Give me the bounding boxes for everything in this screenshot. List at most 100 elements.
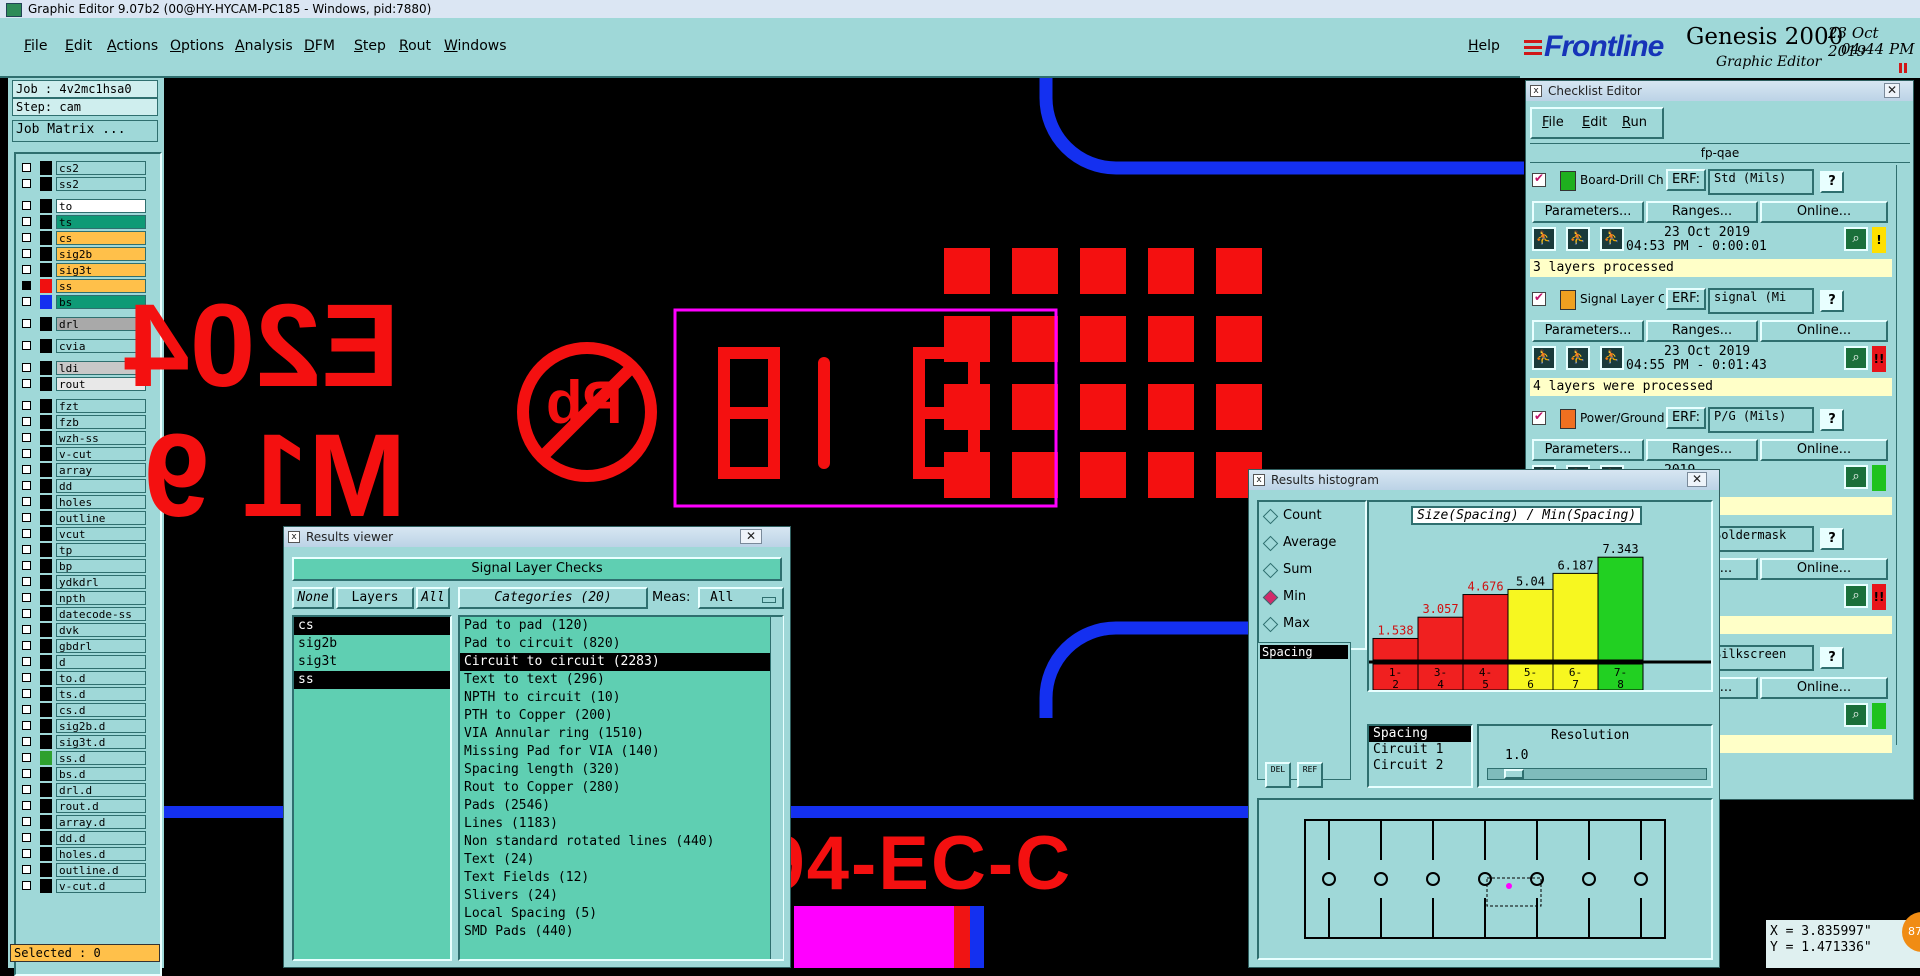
layer-row[interactable]: holes.d — [16, 846, 164, 862]
layer-row[interactable]: dd.d — [16, 830, 164, 846]
online-button[interactable]: Online... — [1760, 677, 1888, 699]
list-item[interactable]: Circuit 1 — [1369, 742, 1471, 758]
layer-checkbox[interactable] — [22, 297, 31, 306]
layer-name[interactable]: sig2b.d — [56, 719, 146, 733]
check-enabled-checkbox[interactable] — [1532, 290, 1546, 306]
category-result-item[interactable]: NPTH to circuit (10) — [460, 689, 782, 707]
checklist-scrollbar[interactable] — [1896, 165, 1911, 745]
histogram-bar[interactable] — [1552, 572, 1599, 661]
layer-checkbox[interactable] — [22, 465, 31, 474]
close-icon[interactable]: ✕ — [740, 529, 762, 544]
category-scrollbar[interactable] — [770, 617, 783, 959]
layer-row[interactable]: array.d — [16, 814, 164, 830]
erf-value[interactable]: signal (Mi — [1708, 288, 1814, 314]
category-result-item[interactable]: Rout to Copper (280) — [460, 779, 782, 797]
layer-name[interactable]: dd.d — [56, 831, 146, 845]
layer-name[interactable]: dvk — [56, 623, 146, 637]
erf-value[interactable]: Soldermask — [1708, 526, 1814, 552]
online-button[interactable]: Online... — [1760, 201, 1888, 223]
category-result-item[interactable]: PTH to Copper (200) — [460, 707, 782, 725]
layer-name[interactable]: sig2b — [56, 247, 146, 261]
layer-row[interactable]: ydkdrl — [16, 574, 164, 590]
layer-name[interactable]: bs.d — [56, 767, 146, 781]
all-button[interactable]: All — [416, 587, 450, 609]
layer-checkbox[interactable] — [22, 785, 31, 794]
layer-row[interactable]: npth — [16, 590, 164, 606]
category-result-item[interactable]: Spacing length (320) — [460, 761, 782, 779]
layer-name[interactable]: npth — [56, 591, 146, 605]
erf-button[interactable]: ERF: — [1666, 169, 1706, 191]
run-action-icon[interactable]: ⛹ — [1566, 346, 1590, 370]
layer-name[interactable]: to — [56, 199, 146, 213]
category-result-item[interactable]: Pad to pad (120) — [460, 617, 782, 635]
layers-button[interactable]: Layers — [336, 587, 414, 609]
layer-name[interactable]: outline.d — [56, 863, 146, 877]
layer-checkbox[interactable] — [22, 379, 31, 388]
menu-actions[interactable]: Actions — [107, 38, 158, 54]
histogram-bar[interactable] — [1507, 588, 1554, 661]
layer-checkbox[interactable] — [22, 561, 31, 570]
layer-name[interactable]: cs.d — [56, 703, 146, 717]
ranges-button[interactable]: Ranges... — [1646, 439, 1758, 461]
layer-row[interactable]: v-cut.d — [16, 878, 164, 894]
zoom-icon[interactable]: ⌕ — [1844, 465, 1868, 489]
layer-name[interactable]: array — [56, 463, 146, 477]
layer-checkbox[interactable] — [22, 481, 31, 490]
list-item[interactable]: Circuit 2 — [1369, 758, 1471, 774]
slider-thumb[interactable] — [1504, 769, 1524, 779]
layer-name[interactable]: cs — [56, 231, 146, 245]
category-result-item[interactable]: Local Spacing (5) — [460, 905, 782, 923]
layer-checkbox[interactable] — [22, 249, 31, 258]
layer-checkbox[interactable] — [22, 281, 31, 290]
menu-options[interactable]: Options — [170, 38, 224, 54]
layer-checkbox[interactable] — [22, 341, 31, 350]
none-button[interactable]: None — [292, 587, 334, 609]
online-button[interactable]: Online... — [1760, 320, 1888, 342]
layer-name[interactable]: bp — [56, 559, 146, 573]
category-result-item[interactable]: SMD Pads (440) — [460, 923, 782, 941]
help-button[interactable]: ? — [1820, 290, 1844, 312]
layer-name[interactable]: gbdrl — [56, 639, 146, 653]
job-matrix-button[interactable]: Job Matrix ... — [12, 120, 158, 142]
layer-checkbox[interactable] — [22, 705, 31, 714]
meas-select[interactable]: All — [698, 587, 784, 609]
layer-row[interactable]: sig2b — [16, 246, 164, 262]
erf-value[interactable]: Silkscreen — [1708, 645, 1814, 671]
layer-name[interactable]: d — [56, 655, 146, 669]
category-result-item[interactable]: Text to text (296) — [460, 671, 782, 689]
panel-preview[interactable] — [1257, 798, 1713, 960]
erf-button[interactable]: ERF: — [1666, 407, 1706, 429]
layer-checkbox[interactable] — [22, 769, 31, 778]
layer-checkbox[interactable] — [22, 401, 31, 410]
layer-checkbox[interactable] — [22, 721, 31, 730]
layer-checkbox[interactable] — [22, 513, 31, 522]
layer-checkbox[interactable] — [22, 497, 31, 506]
layer-name[interactable]: wzh-ss — [56, 431, 146, 445]
menu-help[interactable]: Help — [1468, 38, 1500, 54]
menu-edit[interactable]: Edit — [65, 38, 92, 54]
ranges-button[interactable]: Ranges... — [1646, 201, 1758, 223]
layer-row[interactable]: tp — [16, 542, 164, 558]
layer-row[interactable]: rout.d — [16, 798, 164, 814]
layer-checkbox[interactable] — [22, 233, 31, 242]
histogram-bar[interactable] — [1597, 556, 1644, 661]
stat-option-average[interactable]: Average — [1261, 533, 1371, 553]
category-result-item[interactable]: Circuit to circuit (2283) — [460, 653, 782, 671]
category-result-item[interactable]: Text (24) — [460, 851, 782, 869]
layer-checkbox[interactable] — [22, 201, 31, 210]
check-enabled-checkbox[interactable] — [1532, 409, 1546, 425]
layer-checkbox[interactable] — [22, 609, 31, 618]
layer-checkbox[interactable] — [22, 881, 31, 890]
layer-checkbox[interactable] — [22, 179, 31, 188]
erf-button[interactable]: ERF: — [1666, 288, 1706, 310]
run-action-icon[interactable]: ⛹ — [1600, 346, 1624, 370]
help-button[interactable]: ? — [1820, 528, 1844, 550]
list-item[interactable]: Spacing — [1369, 726, 1471, 742]
help-button[interactable]: ? — [1820, 409, 1844, 431]
layer-checkbox[interactable] — [22, 673, 31, 682]
layer-name[interactable]: sig3t — [56, 263, 146, 277]
layer-row[interactable]: v-cut — [16, 446, 164, 462]
layer-name[interactable]: v-cut — [56, 447, 146, 461]
layer-results-list[interactable]: cs sig2b sig3t ss — [292, 615, 452, 961]
layer-row[interactable]: ss.d — [16, 750, 164, 766]
